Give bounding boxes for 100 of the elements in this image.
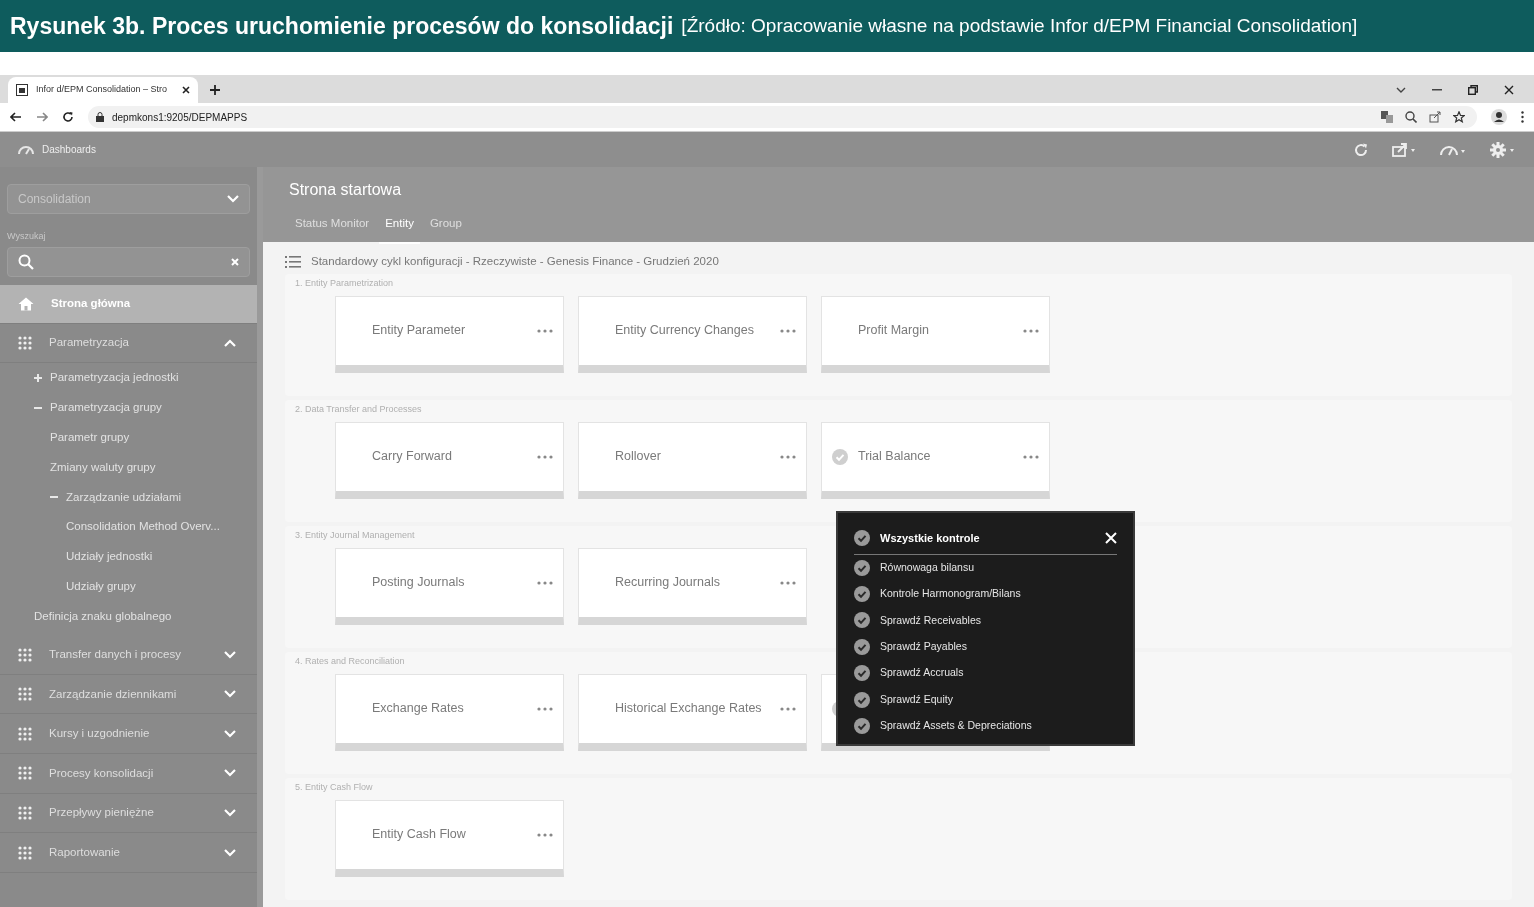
profile-icon[interactable] <box>1491 109 1507 125</box>
tab-title: Infor d/EPM Consolidation – Stro <box>36 83 169 97</box>
more-icon[interactable] <box>1023 328 1039 333</box>
tile-label: Entity Currency Changes <box>615 322 755 340</box>
list-icon[interactable] <box>285 256 301 268</box>
refresh-icon[interactable] <box>1354 142 1368 157</box>
tile-label: Entity Cash Flow <box>372 826 467 844</box>
check-circle-icon <box>854 559 870 576</box>
star-icon[interactable] <box>1453 111 1465 123</box>
tab[interactable]: Group <box>423 215 468 245</box>
section-title: 1. Entity Parametrization <box>295 277 394 290</box>
grid-icon <box>18 805 32 820</box>
tree-item[interactable]: Udziały grupy <box>0 571 257 602</box>
tree-item[interactable]: Zarządzanie udziałami <box>0 482 257 513</box>
more-vertical-icon[interactable] <box>1521 111 1524 123</box>
tab[interactable]: Status Monitor <box>289 215 376 245</box>
more-icon[interactable] <box>780 706 796 711</box>
address-field[interactable]: depmkons1:9205/DEPMAPPS <box>88 106 1477 128</box>
back-icon[interactable] <box>10 112 22 122</box>
search-icon <box>18 253 34 270</box>
address-text: depmkons1:9205/DEPMAPPS <box>112 110 248 125</box>
clear-icon[interactable] <box>231 257 239 266</box>
gauge-icon[interactable] <box>18 144 34 155</box>
tile-label: Entity Parameter <box>372 322 467 340</box>
popup-title: Wszystkie kontrole <box>880 531 981 546</box>
process-tile[interactable]: Carry Forward <box>335 421 564 499</box>
tree-item[interactable]: Consolidation Method Overv... <box>0 512 257 542</box>
check-circle-icon <box>854 665 870 682</box>
minimize-icon[interactable] <box>1432 89 1442 91</box>
close-icon[interactable] <box>182 86 190 94</box>
tab[interactable]: Entity <box>379 215 420 245</box>
section-title: 3. Entity Journal Management <box>295 529 415 542</box>
more-icon[interactable] <box>537 706 553 711</box>
check-item: Sprawdź Payables <box>880 639 967 654</box>
process-tile[interactable]: Entity Parameter <box>335 295 564 373</box>
tree-item[interactable]: Parametr grupy <box>0 422 257 453</box>
process-tile[interactable]: Posting Journals <box>335 547 564 625</box>
more-icon[interactable] <box>537 454 553 459</box>
tile-label: Profit Margin <box>858 322 930 340</box>
tile-label: Posting Journals <box>372 574 466 592</box>
reload-icon[interactable] <box>62 111 74 123</box>
browser-tab[interactable]: Infor d/EPM Consolidation – Stro <box>8 77 198 103</box>
process-tile[interactable]: Trial Balance <box>821 421 1050 499</box>
caption-source: [Źródło: Opracowanie własne na podstawie Infor d/EPM Financial Consolidation] <box>681 13 1358 38</box>
more-icon[interactable] <box>780 580 796 585</box>
page-title: Strona startowa <box>289 180 402 200</box>
chevron-down-icon[interactable] <box>1396 87 1406 93</box>
tile-label: Historical Exchange Rates <box>615 700 763 718</box>
process-tile[interactable]: Entity Currency Changes <box>578 295 807 373</box>
restore-icon[interactable] <box>1468 85 1478 95</box>
process-tile[interactable]: Profit Margin <box>821 295 1050 373</box>
export-icon[interactable] <box>1392 142 1416 157</box>
chevron-up-icon[interactable] <box>224 338 236 347</box>
zoom-icon[interactable] <box>1405 111 1417 123</box>
process-tile[interactable]: Exchange Rates <box>335 673 564 751</box>
check-item: Sprawdź Receivables <box>880 612 981 628</box>
process-tile[interactable]: Historical Exchange Rates <box>578 673 807 751</box>
check-circle-icon <box>854 530 870 547</box>
tree-item[interactable]: Zmiany waluty grupy <box>0 452 257 483</box>
close-icon[interactable] <box>1504 85 1514 95</box>
check-item: Sprawdź Equity <box>880 691 953 707</box>
search-label: Wyszukaj <box>7 230 46 243</box>
grid-icon <box>18 726 32 741</box>
process-tile[interactable]: Recurring Journals <box>578 547 807 625</box>
more-icon[interactable] <box>537 328 553 333</box>
gauge-menu-icon[interactable] <box>1440 143 1466 156</box>
page-icon <box>16 84 28 96</box>
tile-label: Carry Forward <box>372 448 453 466</box>
tree-item[interactable]: Udziały jednostki <box>0 541 257 572</box>
search-field[interactable] <box>7 246 250 277</box>
process-tile[interactable]: Entity Cash Flow <box>335 799 564 877</box>
share-icon[interactable] <box>1429 111 1441 123</box>
tree-item[interactable]: Parametryzacja grupy <box>0 392 257 423</box>
more-icon[interactable] <box>780 454 796 459</box>
section-title: 5. Entity Cash Flow <box>295 781 373 794</box>
tile-label: Exchange Rates <box>372 700 465 718</box>
more-icon[interactable] <box>537 832 553 837</box>
process-tile[interactable]: Rollover <box>578 421 807 499</box>
check-item: Sprawdź Accruals <box>880 665 964 681</box>
check-circle-icon <box>854 586 870 603</box>
figure-caption: Rysunek 3b. Proces uruchomienie procesów do konsolidacji <box>10 11 674 41</box>
tile-label: Rollover <box>615 448 662 466</box>
more-icon[interactable] <box>537 580 553 585</box>
check-circle-icon <box>854 691 870 708</box>
grid-icon <box>18 687 32 702</box>
section-title: 4. Rates and Reconciliation <box>295 655 405 668</box>
more-icon[interactable] <box>1023 454 1039 459</box>
check-circle-icon <box>854 638 870 655</box>
check-circle-icon <box>854 612 870 629</box>
forward-icon[interactable] <box>36 112 48 122</box>
more-icon[interactable] <box>780 328 796 333</box>
check-circle-icon <box>854 718 870 735</box>
nav-item[interactable]: Strona główna <box>0 284 257 324</box>
plus-icon[interactable] <box>210 85 220 95</box>
app-title: Dashboards <box>42 143 96 157</box>
expand-icon[interactable] <box>34 374 42 382</box>
tree-item[interactable]: Parametryzacja jednostki <box>0 363 257 393</box>
tile-label: Recurring Journals <box>615 574 721 592</box>
settings-icon[interactable] <box>1490 141 1516 158</box>
tree-item[interactable]: Definicja znaku globalnego <box>0 601 257 632</box>
